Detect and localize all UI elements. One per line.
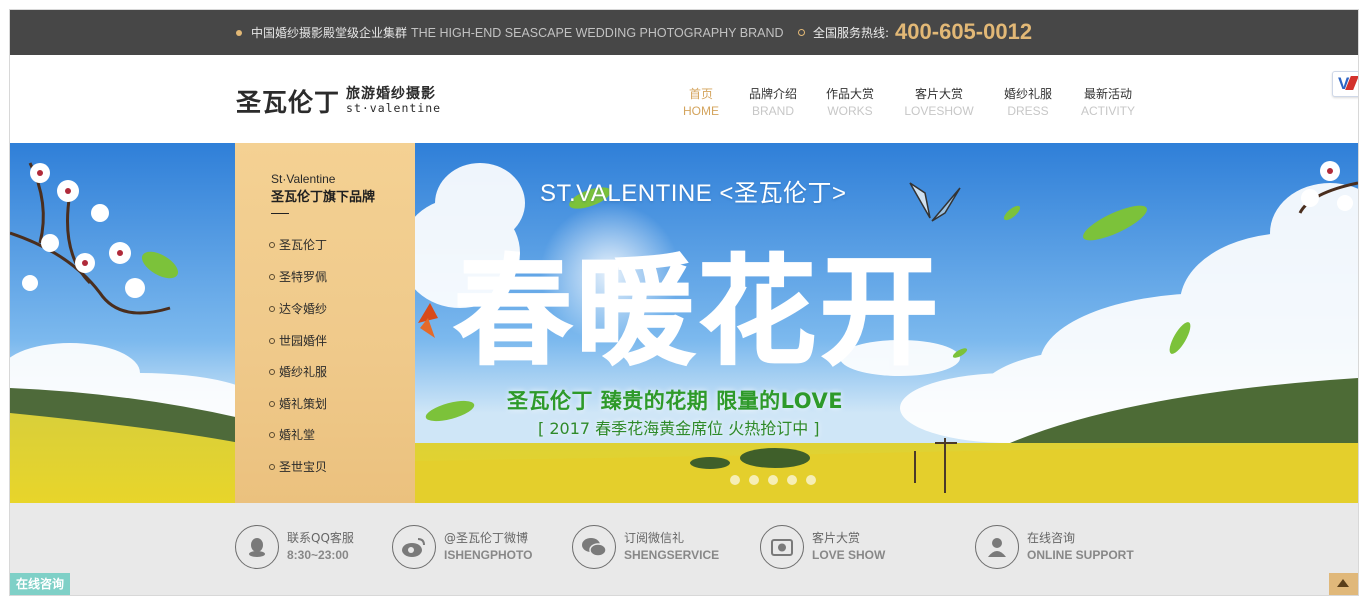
page-frame: 中国婚纱摄影殿堂级企业集群 THE HIGH-END SEASCAPE WEDD… xyxy=(10,10,1358,595)
nav-label-en: BRAND xyxy=(751,104,794,118)
service-qq[interactable]: 联系QQ客服 8:30~23:00 xyxy=(235,525,354,569)
service-sub: 8:30~23:00 xyxy=(287,548,349,562)
slide-dot[interactable] xyxy=(806,475,816,485)
service-sub: ISHENGPHOTO xyxy=(444,548,533,562)
service-text: @圣瓦伦丁微博 ISHENGPHOTO xyxy=(444,530,532,564)
slide-dot[interactable] xyxy=(787,475,797,485)
nav-item-activity[interactable]: 最新活动 ACTIVITY xyxy=(1078,85,1138,118)
logo-name-cn: 圣瓦伦丁 xyxy=(236,88,341,117)
dropdown-title-cn: 圣瓦伦丁旗下品牌 xyxy=(271,190,376,205)
back-to-top-icon[interactable] xyxy=(1329,573,1358,595)
header: 圣瓦伦丁 旅游婚纱摄影 st·valentine 首页 HOME 品牌介绍 BR… xyxy=(10,55,1358,143)
logo-name-en: st·valentine xyxy=(346,101,442,116)
top-bar: 中国婚纱摄影殿堂级企业集群 THE HIGH-END SEASCAPE WEDD… xyxy=(10,10,1358,55)
nav-item-brand[interactable]: 品牌介绍 BRAND xyxy=(747,85,799,118)
logo[interactable]: 圣瓦伦丁 旅游婚纱摄影 st·valentine xyxy=(236,83,441,119)
dropdown-item[interactable]: 婚礼策划 xyxy=(269,395,327,412)
slogan-cn: 中国婚纱摄影殿堂级企业集群 xyxy=(251,26,408,40)
dot-icon xyxy=(236,29,242,36)
slogan: 中国婚纱摄影殿堂级企业集群 THE HIGH-END SEASCAPE WEDD… xyxy=(236,24,784,41)
service-label: 订阅微信礼 xyxy=(624,531,685,545)
nav-label-cn: 客片大赏 xyxy=(914,87,963,101)
dropdown-item[interactable]: 圣世宝贝 xyxy=(269,458,327,475)
service-loveshow[interactable]: 客片大赏 LOVE SHOW xyxy=(760,525,885,569)
service-label: 在线咨询 xyxy=(1027,531,1076,545)
banner-caption: 圣瓦伦丁 臻贵的花期 限量的LOVE xyxy=(507,389,844,413)
nav-label-en: HOME xyxy=(683,104,719,118)
dropdown-title-en: St·Valentine xyxy=(271,172,336,186)
nav-item-home[interactable]: 首页 HOME xyxy=(683,85,719,118)
weibo-icon xyxy=(392,525,436,569)
dropdown-item[interactable]: 圣特罗佩 xyxy=(269,268,327,285)
nav-label-cn: 最新活动 xyxy=(1083,87,1132,101)
dropdown-item[interactable]: 世园婚伴 xyxy=(269,332,327,349)
verified-badge-icon[interactable]: V xyxy=(1332,71,1358,97)
slide-dot[interactable] xyxy=(730,475,740,485)
nav-item-dress[interactable]: 婚纱礼服 DRESS xyxy=(1002,85,1054,118)
nav-item-loveshow[interactable]: 客片大赏 LOVESHOW xyxy=(903,85,975,118)
brand-dropdown: St·Valentine 圣瓦伦丁旗下品牌 圣瓦伦丁 圣特罗佩 达令婚纱 世园婚… xyxy=(235,143,415,503)
nav-label-cn: 品牌介绍 xyxy=(748,87,797,101)
service-text: 订阅微信礼 SHENGSERVICE xyxy=(624,530,719,564)
service-label: 联系QQ客服 xyxy=(287,531,354,545)
service-text: 在线咨询 ONLINE SUPPORT xyxy=(1027,530,1134,564)
dropdown-item[interactable]: 圣瓦伦丁 xyxy=(269,236,327,253)
hero-banner[interactable]: St·Valentine 圣瓦伦丁旗下品牌 圣瓦伦丁 圣特罗佩 达令婚纱 世园婚… xyxy=(10,143,1358,503)
slide-dots xyxy=(730,475,816,485)
slide-dot[interactable] xyxy=(749,475,759,485)
service-strip: 联系QQ客服 8:30~23:00 @圣瓦伦丁微博 ISHENGPHOTO 订阅… xyxy=(10,503,1358,595)
nav-label-en: ACTIVITY xyxy=(1080,104,1135,118)
nav-label-en: DRESS xyxy=(1007,104,1049,118)
banner-subtitle: ST.VALENTINE <圣瓦伦丁> xyxy=(540,180,847,207)
nav-item-works[interactable]: 作品大赏 WORKS xyxy=(824,85,876,118)
online-consult-tab[interactable]: 在线咨询 xyxy=(10,573,71,595)
photo-icon xyxy=(760,525,804,569)
hotline-phone[interactable]: 400-605-0012 xyxy=(895,19,1032,45)
divider xyxy=(271,213,289,214)
dropdown-item[interactable]: 婚礼堂 xyxy=(269,426,315,443)
service-online-support[interactable]: 在线咨询 ONLINE SUPPORT xyxy=(975,525,1134,569)
banner-caption-secondary: [ 2017 春季花海黄金席位 火热抢订中 ] xyxy=(538,419,820,438)
wechat-icon xyxy=(572,525,616,569)
ring-icon xyxy=(798,28,805,36)
service-label: @圣瓦伦丁微博 xyxy=(444,531,529,545)
service-sub: SHENGSERVICE xyxy=(624,548,720,562)
service-text: 联系QQ客服 8:30~23:00 xyxy=(287,530,354,564)
service-sub: ONLINE SUPPORT xyxy=(1027,548,1134,562)
service-sub: LOVE SHOW xyxy=(812,548,886,562)
user-icon xyxy=(975,525,1019,569)
nav-label-cn: 作品大赏 xyxy=(825,87,874,101)
logo-right: 旅游婚纱摄影 st·valentine xyxy=(346,87,441,115)
hotline: 全国服务热线: 400-605-0012 xyxy=(798,19,1032,45)
qq-icon xyxy=(235,525,279,569)
service-wechat[interactable]: 订阅微信礼 SHENGSERVICE xyxy=(572,525,719,569)
nav-label-en: WORKS xyxy=(827,104,873,118)
slide-dot[interactable] xyxy=(768,475,778,485)
service-weibo[interactable]: @圣瓦伦丁微博 ISHENGPHOTO xyxy=(392,525,532,569)
banner-headline: 春暖花开 xyxy=(453,241,942,382)
dropdown-item[interactable]: 婚纱礼服 xyxy=(269,363,327,380)
headline-text: 春暖花开 xyxy=(454,242,942,381)
dropdown-item[interactable]: 达令婚纱 xyxy=(269,300,327,317)
service-label: 客片大赏 xyxy=(812,531,861,545)
service-text: 客片大赏 LOVE SHOW xyxy=(812,530,885,564)
logo-tagline: 旅游婚纱摄影 xyxy=(346,86,437,103)
nav-label-cn: 首页 xyxy=(688,87,713,101)
nav-label-cn: 婚纱礼服 xyxy=(1003,87,1052,101)
slogan-en: THE HIGH-END SEASCAPE WEDDING PHOTOGRAPH… xyxy=(411,25,784,40)
nav-label-en: LOVESHOW xyxy=(904,104,974,118)
hotline-label: 全国服务热线: xyxy=(813,25,890,40)
